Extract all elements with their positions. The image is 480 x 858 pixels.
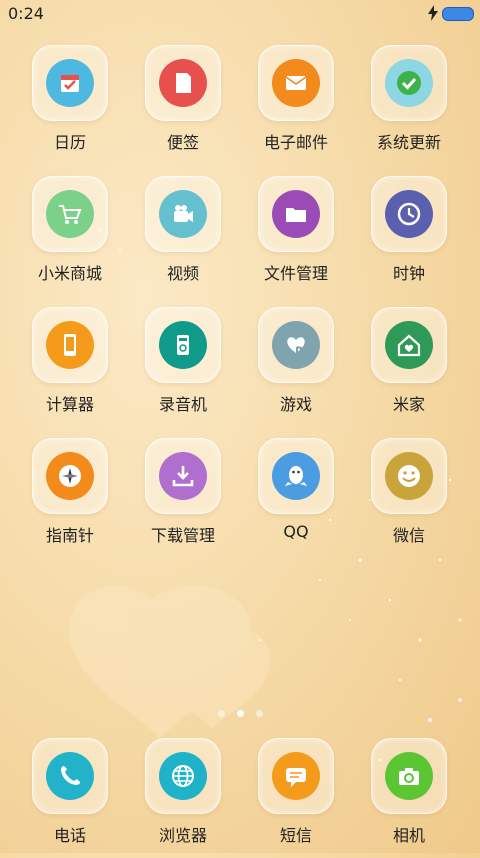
check-icon (385, 59, 433, 107)
app-games[interactable]: 游戏 (240, 307, 352, 427)
app-tile[interactable] (258, 307, 334, 383)
app-label: 相机 (392, 826, 425, 845)
status-bar: 0:24 (0, 0, 480, 28)
camera-icon (385, 752, 433, 800)
penguin-icon (272, 452, 320, 500)
app-downloads[interactable]: 下载管理 (127, 438, 239, 558)
note-icon (159, 59, 207, 107)
app-browser[interactable]: 浏览器 (127, 738, 239, 858)
app-label: 时钟 (392, 264, 425, 283)
app-label: 日历 (53, 133, 86, 152)
app-files[interactable]: 文件管理 (240, 176, 352, 296)
app-tile[interactable] (145, 307, 221, 383)
app-tile[interactable] (371, 307, 447, 383)
app-tile[interactable] (32, 307, 108, 383)
app-tile[interactable] (371, 45, 447, 121)
app-notes[interactable]: 便签 (127, 45, 239, 165)
app-tile[interactable] (258, 438, 334, 514)
app-label: 电子邮件 (263, 133, 328, 152)
app-tile[interactable] (32, 45, 108, 121)
folder-icon (272, 190, 320, 238)
page-dot[interactable] (217, 710, 225, 717)
app-label: 米家 (392, 395, 425, 414)
app-label: QQ (283, 522, 309, 541)
app-recorder[interactable]: 录音机 (127, 307, 239, 427)
app-label: 微信 (392, 526, 425, 545)
message-icon (272, 752, 320, 800)
app-label: 录音机 (158, 395, 207, 414)
phone-icon (46, 752, 94, 800)
app-label: 便签 (166, 133, 199, 152)
app-tile[interactable] (145, 176, 221, 252)
app-tile[interactable] (32, 738, 108, 814)
charging-icon (428, 5, 438, 21)
globe-icon (159, 752, 207, 800)
app-calc[interactable]: 计算器 (14, 307, 126, 427)
clock-icon (385, 190, 433, 238)
app-update[interactable]: 系统更新 (353, 45, 465, 165)
status-time: 0:24 (8, 4, 44, 23)
app-tile[interactable] (145, 438, 221, 514)
app-label: 系统更新 (376, 133, 441, 152)
app-calendar[interactable]: 日历 (14, 45, 126, 165)
app-label: 计算器 (45, 395, 94, 414)
home-icon (385, 321, 433, 369)
battery-icon (442, 7, 474, 21)
page-dot[interactable] (255, 710, 263, 717)
page-indicator (0, 702, 480, 721)
app-tile[interactable] (371, 438, 447, 514)
app-video[interactable]: 视频 (127, 176, 239, 296)
app-tile[interactable] (258, 738, 334, 814)
app-compass[interactable]: 指南针 (14, 438, 126, 558)
cart-icon (46, 190, 94, 238)
smiley-icon (385, 452, 433, 500)
app-wechat[interactable]: 微信 (353, 438, 465, 558)
app-label: 电话 (53, 826, 86, 845)
app-label: 浏览器 (158, 826, 207, 845)
app-camera[interactable]: 相机 (353, 738, 465, 858)
compass-icon (46, 452, 94, 500)
app-tile[interactable] (258, 176, 334, 252)
app-tile[interactable] (145, 45, 221, 121)
app-label: 下载管理 (150, 526, 215, 545)
app-tile[interactable] (371, 176, 447, 252)
app-email[interactable]: 电子邮件 (240, 45, 352, 165)
app-tile[interactable] (32, 438, 108, 514)
app-mistore[interactable]: 小米商城 (14, 176, 126, 296)
app-label: 指南针 (45, 526, 94, 545)
app-qq[interactable]: QQ (240, 438, 352, 558)
app-phone[interactable]: 电话 (14, 738, 126, 858)
app-clock[interactable]: 时钟 (353, 176, 465, 296)
app-tile[interactable] (32, 176, 108, 252)
download-icon (159, 452, 207, 500)
heart-hand-icon (272, 321, 320, 369)
app-label: 文件管理 (263, 264, 328, 283)
app-label: 小米商城 (37, 264, 102, 283)
app-tile[interactable] (145, 738, 221, 814)
app-sms[interactable]: 短信 (240, 738, 352, 858)
app-tile[interactable] (258, 45, 334, 121)
phone-calculator-icon (46, 321, 94, 369)
mail-icon (272, 59, 320, 107)
app-label: 游戏 (279, 395, 312, 414)
page-dot-active[interactable] (236, 710, 244, 717)
app-mihome[interactable]: 米家 (353, 307, 465, 427)
app-label: 短信 (279, 826, 312, 845)
app-tile[interactable] (371, 738, 447, 814)
video-camera-icon (159, 190, 207, 238)
app-label: 视频 (166, 264, 199, 283)
recorder-icon (159, 321, 207, 369)
calendar-icon (46, 59, 94, 107)
